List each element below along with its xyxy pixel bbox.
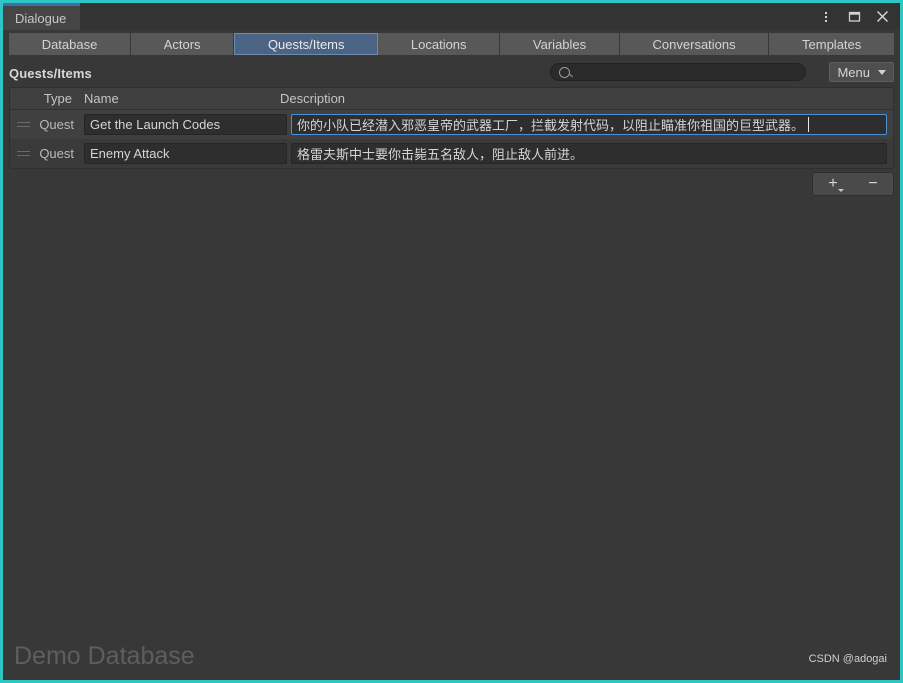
tab-conversations[interactable]: Conversations: [619, 33, 770, 55]
quests-list-panel: Type Name Description Quest Get the Laun…: [9, 87, 894, 169]
menu-button-label: Menu: [837, 64, 870, 80]
tab-label: Variables: [532, 36, 587, 52]
quest-description-value: 格雷夫斯中士要你击毙五名敌人，阻止敌人前进。: [297, 147, 584, 162]
tab-label: Locations: [410, 36, 467, 52]
drag-handle-icon[interactable]: [10, 151, 32, 156]
footer: Demo Database CSDN @adogai: [6, 635, 897, 677]
tab-label: Conversations: [652, 36, 736, 52]
quest-name-value: Enemy Attack: [90, 146, 170, 161]
active-tab-accent-bar: [3, 3, 81, 6]
tab-label: Templates: [802, 36, 862, 52]
table-row[interactable]: Quest Enemy Attack 格雷夫斯中士要你击毙五名敌人，阻止敌人前进…: [10, 139, 893, 168]
close-icon[interactable]: [870, 5, 894, 29]
search-icon: [559, 66, 570, 78]
window-titlebar: Dialogue: [3, 3, 900, 30]
tab-quests-items[interactable]: Quests/Items: [234, 33, 379, 55]
watermark: CSDN @adogai: [808, 653, 887, 665]
add-item-button[interactable]: +: [813, 173, 853, 195]
search-input[interactable]: [575, 64, 797, 80]
column-header-type: Type: [43, 91, 72, 106]
drag-handle-icon[interactable]: [10, 122, 32, 127]
more-options-icon[interactable]: [814, 5, 838, 29]
table-header-row: Type Name Description: [10, 88, 893, 110]
tab-templates[interactable]: Templates: [769, 33, 894, 55]
window-controls: [814, 3, 894, 30]
tab-database[interactable]: Database: [9, 33, 132, 55]
remove-item-label: −: [868, 175, 878, 192]
quest-name-value: Get the Launch Codes: [90, 117, 221, 132]
maximize-icon[interactable]: [842, 5, 866, 29]
list-controls: + −: [3, 172, 900, 196]
quest-name-field[interactable]: Enemy Attack: [84, 143, 287, 164]
table-row[interactable]: Quest Get the Launch Codes 你的小队已经潜入邪恶皇帝的…: [10, 110, 893, 139]
tab-label: Database: [41, 36, 98, 52]
add-item-label: +: [828, 175, 838, 192]
quest-name-field[interactable]: Get the Launch Codes: [84, 114, 287, 135]
menu-button[interactable]: Menu: [829, 62, 894, 82]
tab-locations[interactable]: Locations: [378, 33, 501, 55]
chevron-down-icon: [838, 189, 844, 192]
quest-description-field[interactable]: 格雷夫斯中士要你击毙五名敌人，阻止敌人前进。: [291, 143, 887, 164]
cell-type: Quest: [39, 117, 74, 132]
column-header-description: Description: [280, 91, 346, 106]
window-tabstrip: Dialogue: [3, 3, 81, 30]
text-caret: [808, 117, 810, 132]
page-title: Quests/Items: [9, 65, 92, 81]
section-header: Quests/Items Menu: [3, 59, 900, 87]
quest-description-field[interactable]: 你的小队已经潜入邪恶皇帝的武器工厂，拦截发射代码，以阻止瞄准你祖国的巨型武器。: [291, 114, 887, 135]
window-tab-dialogue[interactable]: Dialogue: [3, 3, 81, 30]
column-header-name: Name: [84, 91, 119, 106]
editor-tabbar: Database Actors Quests/Items Locations V…: [3, 30, 900, 59]
dialogue-editor-window: Dialogue Database Actors Quests/Items Lo…: [0, 0, 903, 683]
tab-actors[interactable]: Actors: [131, 33, 235, 55]
search-box[interactable]: [550, 63, 806, 81]
tab-label: Actors: [163, 36, 201, 52]
quest-description-value: 你的小队已经潜入邪恶皇帝的武器工厂，拦截发射代码，以阻止瞄准你祖国的巨型武器。: [297, 118, 805, 133]
cell-type: Quest: [39, 146, 74, 161]
remove-item-button[interactable]: −: [853, 173, 893, 195]
tab-variables[interactable]: Variables: [500, 33, 620, 55]
chevron-down-icon: [878, 69, 886, 75]
window-tab-label: Dialogue: [15, 10, 67, 26]
database-name-label: Demo Database: [14, 641, 195, 670]
tab-label: Quests/Items: [267, 36, 345, 52]
